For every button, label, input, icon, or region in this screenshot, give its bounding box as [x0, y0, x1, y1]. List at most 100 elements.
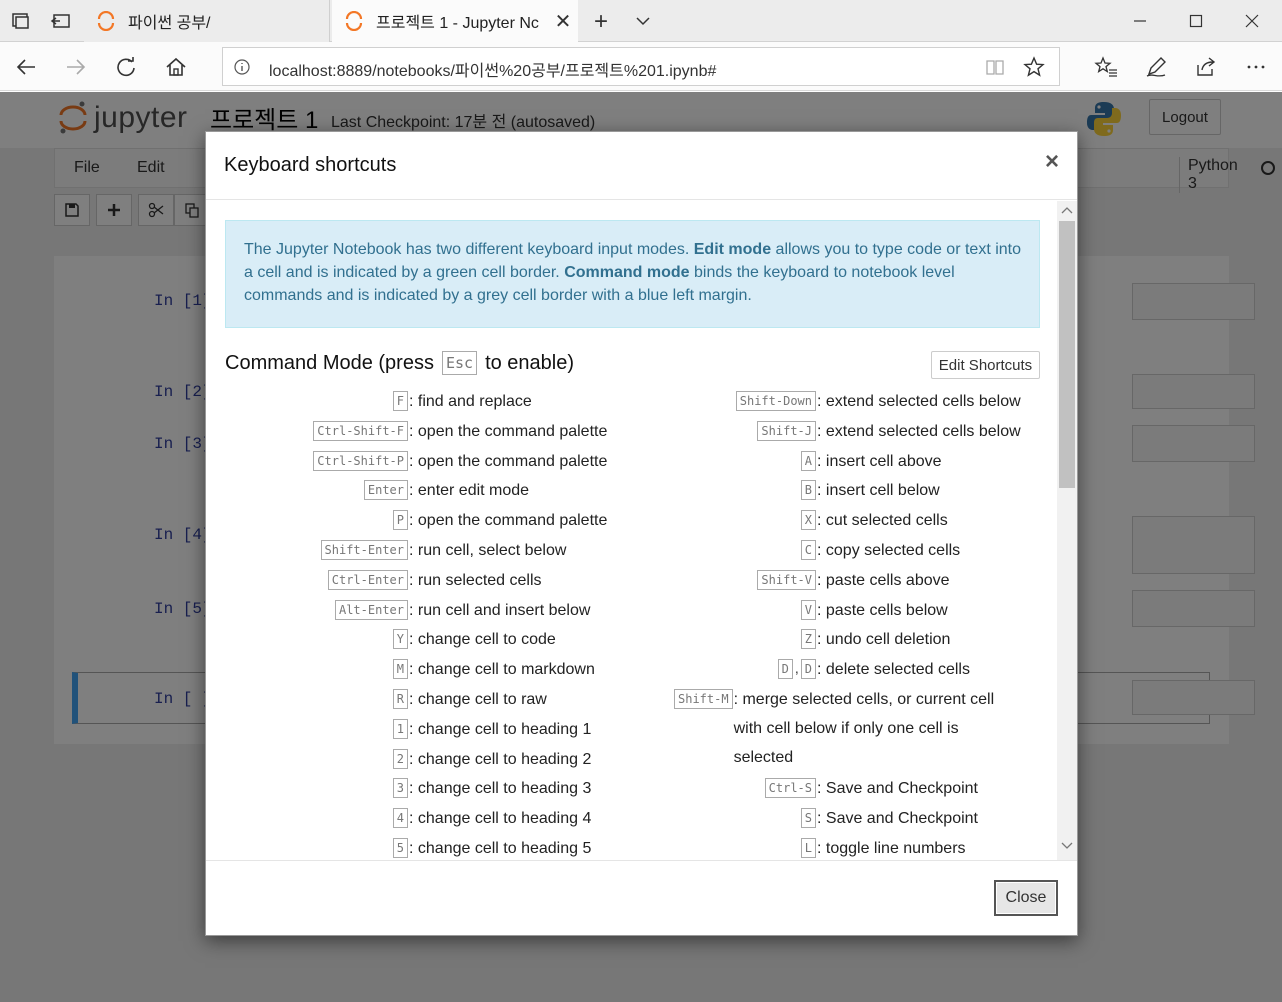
tab-title: 파이썬 공부/ — [128, 15, 211, 32]
shortcut-description: : toggle line numbers — [817, 839, 966, 857]
shortcut-keys: B — [642, 476, 816, 501]
shortcut-keys: F — [225, 387, 408, 411]
key-cap: 1 — [392, 718, 408, 739]
shortcut-keys: Z — [642, 625, 816, 650]
refresh-icon[interactable] — [112, 53, 140, 81]
alert-bold-command-mode: Command mode — [564, 264, 690, 281]
pen-icon[interactable] — [1142, 53, 1170, 81]
scrollbar-thumb[interactable] — [1059, 221, 1075, 488]
shortcut-row: 5: change cell to heading 5 — [225, 834, 640, 860]
close-icon[interactable]: × — [1045, 148, 1059, 176]
shortcut-row: Shift-Enter: run cell, select below — [225, 536, 640, 566]
set-aside-tabs-icon[interactable] — [50, 10, 72, 32]
shortcut-keys: M — [225, 655, 408, 680]
shortcut-keys: 5 — [225, 834, 408, 858]
shortcut-keys: Ctrl-Enter — [225, 566, 408, 590]
shortcut-row: S: Save and Checkpoint — [642, 804, 1022, 834]
shortcut-description: : find and replace — [409, 393, 532, 410]
scroll-down-icon[interactable] — [1061, 841, 1073, 851]
shortcut-description: : extend selected cells below — [817, 393, 1021, 410]
shortcut-row: Z: undo cell deletion — [642, 625, 1022, 655]
shortcut-description: : change cell to markdown — [409, 661, 595, 679]
tab-project-1[interactable]: 프로젝트 1 - Jupyter Nc ✕ — [332, 0, 578, 42]
more-menu-icon[interactable] — [1242, 53, 1270, 81]
url-text: localhost:8889/notebooks/파이썬%20공부/프로젝트%2… — [269, 63, 717, 80]
shortcut-keys: C — [642, 536, 816, 560]
key-cap: C — [800, 539, 816, 560]
shortcut-row: Shift-Down: extend selected cells below — [642, 387, 1022, 417]
back-icon[interactable] — [12, 53, 40, 81]
shortcut-description: : change cell to heading 3 — [409, 780, 592, 798]
shortcut-description: : paste cells above — [817, 571, 950, 589]
shortcut-description: : extend selected cells below — [817, 422, 1021, 440]
key-cap: X — [800, 510, 816, 531]
key-cap: Z — [800, 629, 816, 650]
alert-text: The Jupyter Notebook has two different k… — [244, 241, 694, 258]
shortcut-keys: S — [642, 804, 816, 828]
shortcut-keys: 1 — [225, 715, 408, 739]
shortcut-row: Ctrl-S: Save and Checkpoint — [642, 774, 1022, 804]
close-tab-icon[interactable]: ✕ — [548, 9, 578, 34]
favorites-icon[interactable] — [1092, 53, 1120, 81]
shortcut-keys: Ctrl-Shift-P — [225, 447, 408, 471]
shortcut-row: 2: change cell to heading 2 — [225, 745, 640, 775]
shortcut-row: C: copy selected cells — [642, 536, 1022, 566]
shortcut-description: : insert cell above — [817, 452, 942, 470]
key-cap: Ctrl-Shift-P — [313, 450, 408, 471]
dialog-footer: Close — [206, 860, 1077, 935]
shortcut-row: Shift-J: extend selected cells below — [642, 417, 1022, 447]
dialog-body[interactable]: The Jupyter Notebook has two different k… — [207, 201, 1077, 860]
jupyter-spinner-icon — [97, 11, 115, 31]
shortcut-description: : change cell to heading 4 — [409, 810, 592, 828]
shortcut-keys: Shift-J — [642, 417, 816, 441]
dialog-scrollbar[interactable] — [1057, 201, 1077, 860]
shortcut-row: B: insert cell below — [642, 476, 1022, 506]
shortcut-keys: Enter — [225, 476, 408, 501]
key-cap: L — [800, 837, 816, 858]
maximize-icon[interactable] — [1168, 0, 1224, 42]
key-cap: Enter — [363, 480, 408, 501]
command-mode-heading: Command Mode (press Esc to enable) — [225, 351, 574, 375]
heading-text: to enable) — [485, 351, 575, 374]
reading-view-icon[interactable] — [985, 57, 1005, 77]
key-cap: Y — [392, 629, 408, 650]
shortcut-keys: Shift-M — [642, 685, 733, 709]
shortcut-row: L: toggle line numbers — [642, 834, 1022, 860]
close-window-icon[interactable] — [1224, 0, 1280, 42]
dialog-title: Keyboard shortcuts — [224, 154, 397, 176]
home-icon[interactable] — [162, 53, 190, 81]
share-icon[interactable] — [1192, 53, 1220, 81]
key-cap: S — [800, 807, 816, 828]
url-field[interactable]: localhost:8889/notebooks/파이썬%20공부/프로젝트%2… — [222, 47, 1060, 86]
minimize-icon[interactable] — [1112, 0, 1168, 42]
tab-python-study[interactable]: 파이썬 공부/ — [84, 0, 330, 42]
shortcut-description: : change cell to heading 2 — [409, 750, 592, 768]
shortcut-keys: L — [642, 834, 816, 858]
shortcut-keys: 3 — [225, 774, 408, 799]
tab-actions-icon[interactable] — [10, 10, 32, 32]
site-info-icon[interactable] — [233, 58, 251, 76]
shortcut-keys: Alt-Enter — [225, 596, 408, 620]
favorite-star-icon[interactable] — [1023, 56, 1045, 78]
shortcut-row: V: paste cells below — [642, 596, 1022, 626]
shortcut-description: : cut selected cells — [817, 512, 948, 530]
edit-shortcuts-button[interactable]: Edit Shortcuts — [931, 351, 1040, 379]
shortcut-row: Ctrl-Shift-P: open the command palette — [225, 447, 640, 477]
shortcut-keys: Shift-Down — [642, 387, 816, 411]
shortcut-keys: X — [642, 506, 816, 531]
shortcut-row: Y: change cell to code — [225, 625, 640, 655]
key-cap: 4 — [392, 808, 408, 829]
close-button[interactable]: Close — [994, 880, 1058, 916]
key-separator: , — [794, 660, 799, 677]
key-cap: Ctrl-Enter — [327, 569, 408, 590]
shortcut-description: : change cell to raw — [409, 690, 547, 708]
key-cap: F — [392, 391, 408, 411]
forward-icon[interactable] — [62, 53, 90, 81]
scroll-up-icon[interactable] — [1061, 205, 1073, 215]
shortcut-row: M: change cell to markdown — [225, 655, 640, 685]
shortcut-keys: Shift-V — [642, 566, 816, 590]
key-cap: 3 — [392, 778, 408, 799]
new-tab-icon[interactable]: + — [594, 8, 608, 36]
chevron-down-icon[interactable] — [634, 12, 652, 30]
shortcut-description: : copy selected cells — [817, 541, 961, 559]
